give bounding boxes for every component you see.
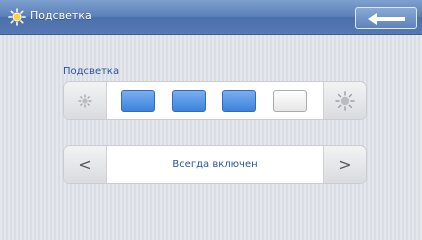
brightness-control — [64, 82, 366, 119]
mode-value: Всегда включен — [172, 159, 258, 170]
brightness-level-2[interactable] — [172, 90, 206, 112]
sun-icon — [8, 8, 26, 26]
chevron-left-icon: < — [78, 155, 92, 174]
chevron-right-icon: > — [338, 155, 352, 174]
mode-prev-button[interactable]: < — [64, 146, 107, 183]
page-title: Подсветка — [30, 9, 92, 22]
sun-small-icon — [78, 93, 92, 108]
brightness-level-4[interactable] — [273, 90, 307, 112]
back-button[interactable] — [355, 7, 417, 29]
title-bar: Подсветка — [0, 0, 422, 35]
mode-selector: < Всегда включен > — [64, 146, 366, 183]
brightness-decrease-button[interactable] — [64, 82, 107, 119]
settings-area: Подсветка < Всегда включен > — [0, 35, 422, 240]
mode-next-button[interactable]: > — [323, 146, 366, 183]
brightness-label: Подсветка — [63, 66, 120, 77]
brightness-increase-button[interactable] — [323, 82, 366, 119]
brightness-level-1[interactable] — [121, 90, 155, 112]
sun-large-icon — [335, 90, 355, 111]
brightness-level-3[interactable] — [222, 90, 256, 112]
